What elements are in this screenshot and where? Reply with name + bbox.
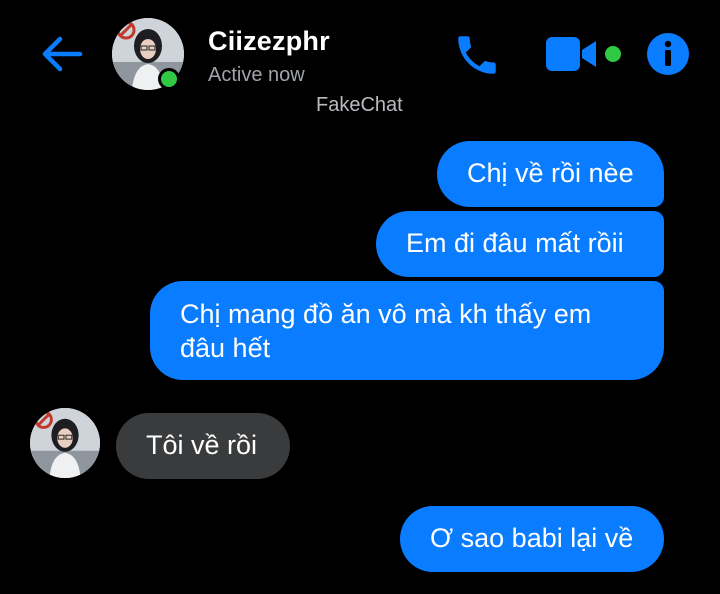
active-status: Active now: [208, 64, 305, 86]
message-bubble-outgoing[interactable]: Chị mang đồ ăn vô mà kh thấy em đâu hết: [150, 281, 664, 380]
contact-name[interactable]: Ciizezphr: [208, 26, 330, 57]
message-bubble-outgoing[interactable]: Ơ sao babi lại về: [400, 506, 664, 572]
online-indicator: [158, 68, 180, 90]
message-bubble-incoming[interactable]: Tôi về rồi: [116, 413, 290, 479]
sender-avatar[interactable]: [30, 408, 100, 478]
video-active-dot: [605, 46, 621, 62]
chat-header: Ciizezphr Active now FakeChat: [0, 0, 720, 125]
info-button[interactable]: [646, 32, 690, 76]
back-button[interactable]: [38, 30, 86, 78]
app-watermark: FakeChat: [316, 94, 403, 116]
video-camera-icon: [546, 37, 596, 71]
video-call-button[interactable]: [544, 34, 600, 74]
back-arrow-icon: [42, 36, 83, 72]
info-icon: [647, 33, 689, 75]
voice-call-button[interactable]: [450, 28, 504, 82]
phone-icon: [458, 36, 496, 74]
message-bubble-outgoing[interactable]: Chị về rồi nèe: [437, 141, 664, 207]
message-bubble-outgoing[interactable]: Em đi đâu mất rồii: [376, 211, 664, 277]
